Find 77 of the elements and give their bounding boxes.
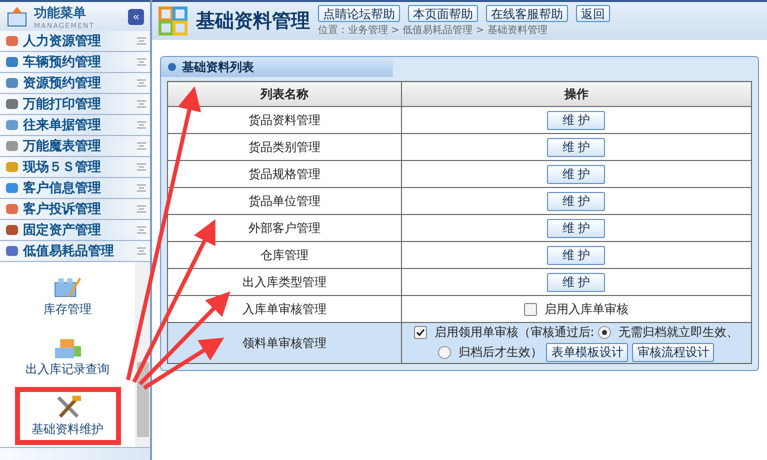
column-header: 操作 [401,82,752,106]
maintain-button[interactable]: 维 护 [547,164,606,184]
menu-item[interactable]: 人力资源管理 [0,31,150,52]
handle-icon [137,247,146,255]
table-cell: 出入库类型管理 [168,268,402,296]
table-cell: 货品单位管理 [168,188,402,214]
handle-icon [137,226,146,234]
radio-label: 归档后才生效） [458,344,542,361]
menu-item[interactable]: 客户信息管理 [0,178,150,199]
menu-title: 功能菜单 [34,4,87,22]
maintain-button[interactable]: 维 护 [547,192,606,210]
maintain-button[interactable]: 维 护 [547,272,606,292]
menu-icon [4,54,20,70]
page-title: 基础资料管理 [196,9,310,34]
table-cell: 仓库管理 [168,242,402,268]
menu-item[interactable]: 资源预约管理 [0,73,150,94]
breadcrumb: 位置：业务管理 > 低值易耗品管理 > 基础资料管理 [318,24,548,37]
header-button[interactable]: 在线客服帮助 [486,5,568,22]
menu-icon [4,33,20,49]
sub-menu-item[interactable]: 基础资料维护 [14,387,120,445]
table-cell: 领料单审核管理 [168,322,402,364]
folder-icon [6,6,28,28]
radio-button[interactable] [598,326,612,339]
table-cell: 货品类别管理 [168,134,402,160]
handle-icon [137,79,146,87]
menu-icon [4,243,20,259]
table-cell: 外部客户管理 [168,214,402,242]
column-header: 列表名称 [168,82,402,106]
menu-icon [4,117,20,133]
menu-item[interactable]: 往来单据管理 [0,115,150,136]
menu-item[interactable]: 车辆预约管理 [0,52,150,73]
menu-icon [4,201,20,217]
maintain-button[interactable]: 维 护 [547,138,606,156]
table-cell: 货品资料管理 [168,106,402,134]
menu-item[interactable]: 万能魔表管理 [0,136,150,157]
menu-icon [4,180,20,196]
handle-icon [137,184,146,192]
menu-icon [4,159,20,175]
header-button[interactable]: 返回 [576,5,610,22]
handle-icon [137,205,146,213]
table-cell: 入库单审核管理 [168,296,402,322]
menu-item[interactable]: 固定资产管理 [0,220,150,241]
handle-icon [137,163,146,171]
menu-icon [4,222,20,238]
menu-icon [4,96,20,112]
header-button[interactable]: 点睛论坛帮助 [318,5,400,22]
sub-menu-item[interactable]: 出入库记录查询 [8,327,126,385]
squares-logo-icon [158,6,188,36]
design-button[interactable]: 表单模板设计 [546,343,628,362]
maintain-button[interactable]: 维 护 [547,218,606,238]
handle-icon [137,142,146,150]
sub-menu-item[interactable]: 库存管理 [26,267,108,325]
radio-label: 无需归档就立即生效、 [618,324,738,341]
checkbox-label: 启用领用单审核（审核通过后: [434,324,594,341]
maintain-button[interactable]: 维 护 [547,110,606,130]
menu-item[interactable]: 现场５Ｓ管理 [0,157,150,178]
checkbox[interactable] [524,302,538,316]
menu-item[interactable]: 低值易耗品管理 [0,241,150,262]
collapse-button[interactable]: « [128,8,144,24]
handle-icon [137,58,146,66]
checkbox-label: 启用入库单审核 [544,300,628,318]
menu-item[interactable] [0,447,150,460]
table-cell: 货品规格管理 [168,160,402,188]
menu-icon [4,75,20,91]
radio-button[interactable] [438,346,452,359]
panel-title: 基础资料列表 [182,58,254,76]
handle-icon [137,100,146,108]
menu-item[interactable]: 客户投诉管理 [0,199,150,220]
header-button[interactable]: 本页面帮助 [408,5,478,22]
menu-icon [4,138,20,154]
menu-item[interactable]: 万能打印管理 [0,94,150,115]
maintain-button[interactable]: 维 护 [547,246,606,264]
design-button[interactable]: 审核流程设计 [632,343,714,362]
handle-icon [137,121,146,129]
bullet-icon [167,62,177,72]
checkbox[interactable] [414,326,428,339]
handle-icon [137,37,146,45]
